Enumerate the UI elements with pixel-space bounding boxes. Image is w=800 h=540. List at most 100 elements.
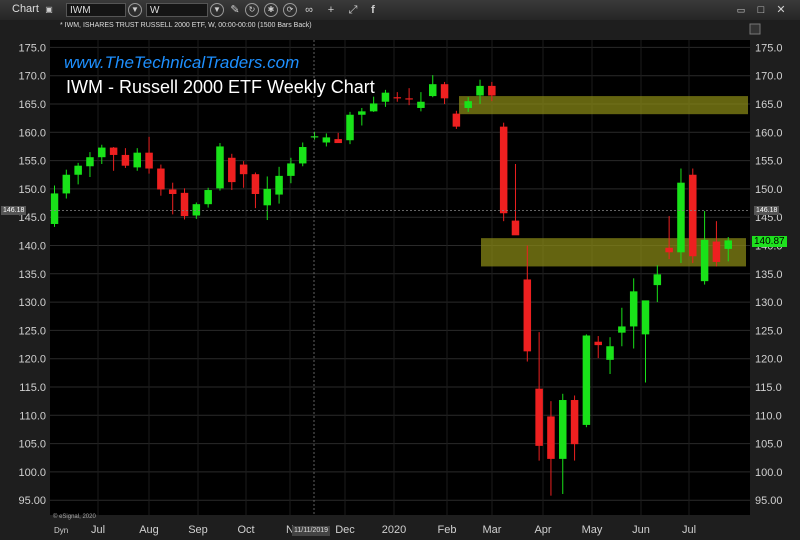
x-tick-label: May (582, 524, 603, 536)
plus-icon[interactable]: + (324, 3, 338, 17)
symbol-dropdown-icon[interactable]: ▼ (128, 3, 142, 17)
chart-menu-icon[interactable]: ▣ (42, 3, 56, 17)
resistance-zone (459, 96, 748, 115)
candle-body (452, 113, 461, 127)
candle-body (559, 400, 567, 459)
candle-body (712, 241, 721, 262)
candle-body (121, 154, 130, 166)
candle-body (251, 174, 260, 194)
expand-icon[interactable]: ⤢ (346, 3, 360, 17)
candle-body (322, 137, 331, 143)
copyright: © eSignal, 2020 (53, 514, 96, 520)
x-tick-label: Jul (91, 524, 105, 536)
candle-body (547, 416, 555, 459)
candle-body (358, 111, 366, 115)
y-tick-label-right: 110.0 (755, 410, 782, 422)
candle-body (594, 341, 602, 346)
y-tick-label-right: 100.0 (755, 467, 783, 479)
candle-body (86, 157, 94, 167)
candle-body (464, 101, 472, 108)
candle-body (665, 247, 673, 253)
x-tick-label: Jun (632, 524, 650, 536)
y-tick-label-right: 150.0 (755, 184, 783, 196)
candle-body (228, 157, 236, 183)
candle-body (334, 139, 342, 144)
panel-menu-icon (749, 23, 761, 35)
x-tick-label: 2020 (382, 524, 406, 536)
candle-body (62, 174, 71, 194)
candle-body (629, 291, 638, 327)
y-tick-label-right: 95.00 (755, 495, 783, 507)
candle-body (440, 84, 449, 99)
y-tick-label-left: 165.0 (18, 99, 46, 111)
interval-input[interactable]: W (146, 3, 208, 17)
x-tick-label: Jul (682, 524, 696, 536)
facebook-icon[interactable]: f (366, 3, 380, 17)
candle-body (582, 335, 591, 425)
candle-body (180, 192, 189, 217)
y-tick-label-left: 120.0 (18, 354, 46, 366)
candle-body (133, 152, 141, 168)
y-tick-label-right: 125.0 (755, 325, 783, 337)
candle-body (511, 220, 520, 236)
close-icon[interactable]: ✕ (774, 3, 788, 17)
brand-watermark: www.TheTechnicalTraders.com (64, 53, 300, 72)
candle-body (145, 152, 153, 169)
candle (216, 143, 224, 191)
y-tick-label-right: 105.0 (755, 439, 783, 451)
refresh-icon[interactable]: ⟳ (283, 3, 297, 17)
y-tick-label-left: 160.0 (18, 127, 46, 139)
candle-body (570, 400, 579, 445)
candle-body (298, 147, 307, 164)
y-tick-label-left: 95.00 (18, 495, 46, 507)
candle-body (109, 147, 118, 155)
y-tick-label-right: 165.0 (755, 99, 783, 111)
crosshair-date-label: 11/11/2019 (292, 526, 330, 536)
candle (677, 168, 685, 264)
chart-title: IWM - Russell 2000 ETF Weekly Chart (66, 77, 375, 97)
symbol-input[interactable]: IWM (66, 3, 126, 17)
candle-body (689, 174, 697, 257)
pencil-icon[interactable]: ✎ (228, 3, 242, 17)
tools-icon[interactable]: ✱ (264, 3, 278, 17)
candle (582, 334, 591, 428)
y-tick-label-right: 160.0 (755, 127, 783, 139)
chart-header: * IWM, ISHARES TRUST RUSSELL 2000 ETF, W… (60, 22, 312, 29)
candle-body (346, 114, 354, 141)
x-tick-label: Dec (335, 524, 355, 536)
x-tick-label: Feb (438, 524, 457, 536)
candle-body (488, 85, 496, 96)
cycle-icon[interactable]: ↻ (245, 3, 259, 17)
crosshair-price-left: 146.18 (1, 206, 27, 215)
y-tick-label-left: 170.0 (18, 71, 46, 83)
candle-body (381, 92, 390, 102)
interval-dropdown-icon[interactable]: ▼ (210, 3, 224, 17)
candle (346, 111, 354, 145)
candle-body (535, 388, 543, 446)
candle-body (618, 326, 626, 333)
candle-body (50, 193, 59, 224)
y-tick-label-left: 115.0 (19, 382, 46, 394)
minimize-icon[interactable]: ▭ (734, 3, 748, 17)
maximize-icon[interactable]: □ (754, 3, 768, 17)
candle-body (216, 146, 224, 189)
candle-body (157, 168, 165, 190)
y-tick-label-left: 155.0 (18, 156, 46, 168)
y-tick-label-right: 170.0 (755, 71, 783, 83)
candle-body (476, 85, 484, 96)
link-icon[interactable]: ∞ (302, 3, 316, 17)
y-tick-label-right: 130.0 (755, 297, 783, 309)
candle-body (287, 163, 295, 176)
candle-body (74, 165, 82, 175)
candle-body (239, 164, 248, 175)
y-tick-label-left: 175.0 (18, 42, 46, 54)
y-tick-label-left: 105.0 (18, 439, 46, 451)
candle-body (677, 182, 685, 253)
chart-label: Chart (12, 3, 39, 15)
y-tick-label-right: 175.0 (755, 42, 783, 54)
price-chart[interactable]: 95.00 100.0 105.0 110.0 115.0 120.0 125.0 130.0… (0, 20, 800, 540)
y-tick-label-right: 115.0 (755, 382, 782, 394)
x-tick-label: Apr (534, 524, 551, 536)
candle-body (641, 300, 650, 335)
x-tick-label: Sep (188, 524, 208, 536)
